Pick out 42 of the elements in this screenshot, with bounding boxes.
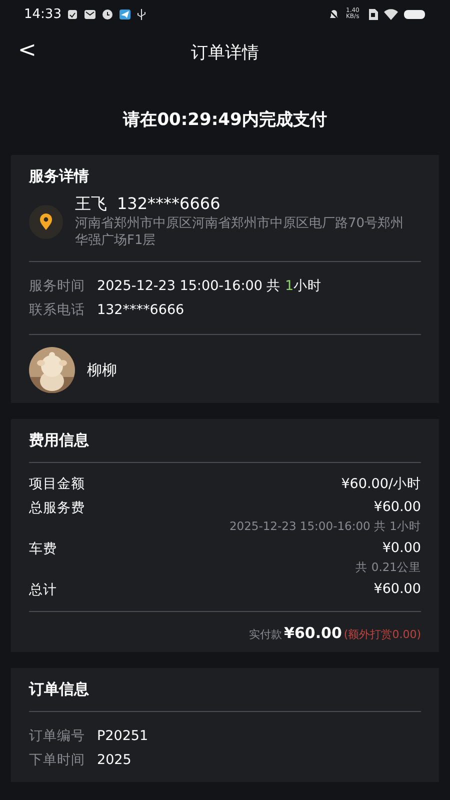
mute-icon <box>328 8 340 20</box>
fee-label: 项目金额 <box>29 475 85 493</box>
clock-icon <box>102 8 114 20</box>
fee-amount: ¥60.00 <box>374 499 421 517</box>
field-value: 2025 <box>97 751 132 770</box>
field-label: 联系电话 <box>29 301 85 320</box>
field-label: 下单时间 <box>29 751 85 770</box>
checklist-icon <box>67 8 78 20</box>
field-label: 服务时间 <box>29 277 85 296</box>
contact-phone: 132****6666 <box>117 194 220 215</box>
paid-amount: ¥60.00 <box>284 624 342 642</box>
address-text: 河南省郑州市中原区河南省郑州市中原区电厂路70号郑州华强广场F1层 <box>75 215 405 249</box>
mail-icon <box>84 8 96 20</box>
field-label: 订单编号 <box>29 727 85 746</box>
sim-icon <box>368 8 378 20</box>
paid-label: 实付款 <box>249 627 282 642</box>
fee-label: 总服务费 <box>29 499 85 517</box>
fee-note: 共 0.21公里 <box>354 560 421 575</box>
section-title: 费用信息 <box>29 431 90 450</box>
usb-icon <box>137 8 146 20</box>
back-button[interactable]: < <box>14 38 40 63</box>
fee-amount: ¥60.00/小时 <box>341 475 421 493</box>
status-time: 14:33 <box>24 6 62 22</box>
contact-name: 王飞 <box>75 194 107 215</box>
service-time: 2025-12-23 15:00-16:00 共 1小时 <box>97 277 322 296</box>
countdown-text: 请在00:29:49内完成支付 <box>122 109 328 131</box>
phone-number: 132****6666 <box>97 301 184 320</box>
wifi-icon <box>384 8 398 20</box>
page-title: 订单详情 <box>191 42 259 64</box>
fee-note: 2025-12-23 15:00-16:00 共 1小时 <box>228 519 421 534</box>
tip-amount: (额外打赏0.00) <box>344 627 421 642</box>
location-pin-icon <box>29 204 63 238</box>
battery-icon <box>404 8 426 20</box>
section-title: 服务详情 <box>29 167 90 186</box>
fee-amount: ¥60.00 <box>374 581 421 599</box>
fee-amount: ¥0.00 <box>382 540 421 558</box>
fee-label: 总计 <box>29 581 57 599</box>
fee-label: 车费 <box>29 540 57 558</box>
send-icon <box>119 8 132 20</box>
section-title: 订单信息 <box>29 680 90 699</box>
field-value: P20251 <box>97 727 148 746</box>
provider-name: 柳柳 <box>87 360 117 380</box>
